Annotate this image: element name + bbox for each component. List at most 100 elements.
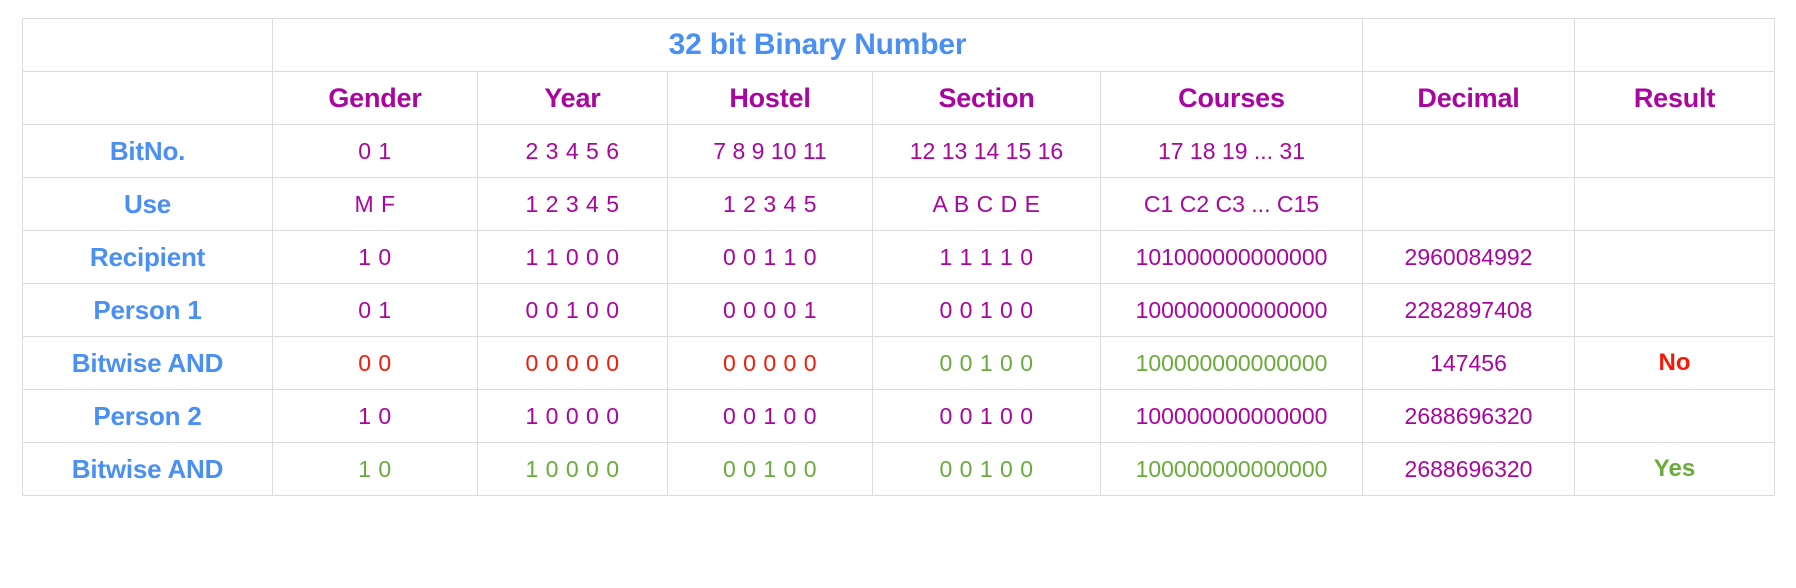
- cell-section: 0 0 1 0 0: [872, 389, 1101, 443]
- cell-courses: 17 18 19 ... 31: [1100, 124, 1363, 178]
- cell-value-section: 0 0 1 0 0: [939, 402, 1034, 429]
- cell-hostel: 0 0 0 0 0: [667, 336, 873, 390]
- cell-value-courses: 17 18 19 ... 31: [1157, 137, 1306, 164]
- cell-courses: 100000000000000: [1100, 283, 1363, 337]
- cell-year: 1 0 0 0 0: [477, 389, 668, 443]
- header-decimal: Decimal: [1362, 71, 1575, 125]
- cell-value-result: No: [1658, 349, 1691, 376]
- row-label: BitNo.: [109, 135, 186, 166]
- cell-gender: M F: [272, 177, 478, 231]
- cell-section: 12 13 14 15 16: [872, 124, 1101, 178]
- row-label-cell: Person 1: [22, 283, 273, 337]
- header-courses-label: Courses: [1178, 82, 1285, 113]
- row-label: Person 1: [93, 294, 202, 325]
- cell-decimal: 2688696320: [1362, 389, 1575, 443]
- header-corner: [22, 71, 273, 125]
- cell-hostel: 0 0 1 1 0: [667, 230, 873, 284]
- cell-value-hostel: 0 0 0 0 0: [722, 349, 818, 376]
- cell-decimal: 2960084992: [1362, 230, 1575, 284]
- cell-value-decimal: 2688696320: [1404, 455, 1533, 482]
- cell-hostel: 0 0 0 0 1: [667, 283, 873, 337]
- cell-gender: 0 1: [272, 283, 478, 337]
- cell-value-decimal: 147456: [1430, 349, 1507, 376]
- cell-section: A B C D E: [872, 177, 1101, 231]
- cell-year: 0 0 1 0 0: [477, 283, 668, 337]
- cell-value-hostel: 0 0 0 0 1: [722, 296, 818, 323]
- corner-cell: [22, 18, 273, 72]
- cell-year: 1 2 3 4 5: [477, 177, 668, 231]
- cell-value-gender: M F: [354, 190, 396, 217]
- cell-result: [1574, 177, 1775, 231]
- cell-value-section: 12 13 14 15 16: [909, 137, 1064, 164]
- row-label: Person 2: [93, 400, 202, 431]
- cell-value-year: 2 3 4 5 6: [525, 137, 620, 164]
- cell-value-hostel: 0 0 1 0 0: [722, 455, 818, 482]
- cell-value-decimal: 2960084992: [1404, 243, 1533, 270]
- cell-value-section: 0 0 1 0 0: [939, 455, 1034, 482]
- cell-value-section: 1 1 1 1 0: [939, 243, 1034, 270]
- cell-decimal: 147456: [1362, 336, 1575, 390]
- cell-value-gender: 1 0: [358, 243, 392, 270]
- header-hostel-label: Hostel: [729, 82, 811, 113]
- header-year: Year: [477, 71, 668, 125]
- cell-value-courses: 100000000000000: [1135, 296, 1328, 323]
- cell-value-decimal: 2688696320: [1404, 402, 1533, 429]
- row-label-cell: Bitwise AND: [22, 336, 273, 390]
- cell-value-year: 1 1 0 0 0: [525, 243, 620, 270]
- cell-value-decimal: 2282897408: [1404, 296, 1533, 323]
- header-section: Section: [872, 71, 1101, 125]
- cell-value-section: 0 0 1 0 0: [939, 349, 1034, 376]
- cell-result: [1574, 230, 1775, 284]
- cell-courses: 100000000000000: [1100, 336, 1363, 390]
- header-decimal-label: Decimal: [1417, 82, 1520, 113]
- cell-value-year: 1 2 3 4 5: [525, 190, 620, 217]
- cell-gender: 0 0: [272, 336, 478, 390]
- cell-value-gender: 0 1: [358, 296, 392, 323]
- table-row: Person 2 1 0 1 0 0 0 0 0 0 1 0 0 0 0 1 0…: [22, 389, 1775, 443]
- cell-hostel: 0 0 1 0 0: [667, 442, 873, 496]
- cell-result: No: [1574, 336, 1775, 390]
- cell-decimal: 2282897408: [1362, 283, 1575, 337]
- header-year-label: Year: [544, 82, 601, 113]
- cell-gender: 1 0: [272, 389, 478, 443]
- cell-result: [1574, 389, 1775, 443]
- binary-number-title-cell: 32 bit Binary Number: [272, 18, 1363, 72]
- row-label-cell: Recipient: [22, 230, 273, 284]
- row-label-cell: Use: [22, 177, 273, 231]
- cell-courses: 100000000000000: [1100, 442, 1363, 496]
- header-result-label: Result: [1633, 82, 1716, 113]
- header-courses: Courses: [1100, 71, 1363, 125]
- bitmask-table: 32 bit Binary Number Gender Year Hostel: [22, 18, 1775, 496]
- row-label: Recipient: [89, 241, 206, 272]
- cell-value-year: 0 0 0 0 0: [525, 349, 620, 376]
- table-row: Use M F 1 2 3 4 5 1 2 3 4 5 A B C D E C1…: [22, 177, 1775, 231]
- row-label: Use: [123, 188, 172, 219]
- cell-section: 0 0 1 0 0: [872, 442, 1101, 496]
- row-label-cell: BitNo.: [22, 124, 273, 178]
- cell-value-hostel: 0 0 1 0 0: [722, 402, 818, 429]
- header-hostel: Hostel: [667, 71, 873, 125]
- cell-value-gender: 0 0: [358, 349, 392, 376]
- cell-courses: C1 C2 C3 ... C15: [1100, 177, 1363, 231]
- cell-courses: 101000000000000: [1100, 230, 1363, 284]
- cell-value-gender: 0 1: [358, 137, 392, 164]
- cell-value-gender: 1 0: [358, 455, 392, 482]
- cell-result: [1574, 283, 1775, 337]
- cell-hostel: 1 2 3 4 5: [667, 177, 873, 231]
- cell-value-hostel: 0 0 1 1 0: [722, 243, 818, 270]
- cell-value-result: Yes: [1653, 455, 1696, 482]
- cell-value-courses: 101000000000000: [1135, 243, 1328, 270]
- cell-hostel: 0 0 1 0 0: [667, 389, 873, 443]
- cell-value-section: A B C D E: [932, 190, 1041, 217]
- decimal-title-spacer: [1362, 18, 1575, 72]
- header-gender-label: Gender: [328, 82, 422, 113]
- cell-year: 1 1 0 0 0: [477, 230, 668, 284]
- cell-section: 0 0 1 0 0: [872, 283, 1101, 337]
- cell-section: 0 0 1 0 0: [872, 336, 1101, 390]
- cell-value-section: 0 0 1 0 0: [939, 296, 1034, 323]
- cell-year: 2 3 4 5 6: [477, 124, 668, 178]
- row-label: Bitwise AND: [71, 453, 224, 484]
- cell-decimal: [1362, 177, 1575, 231]
- row-label-cell: Person 2: [22, 389, 273, 443]
- cell-year: 0 0 0 0 0: [477, 336, 668, 390]
